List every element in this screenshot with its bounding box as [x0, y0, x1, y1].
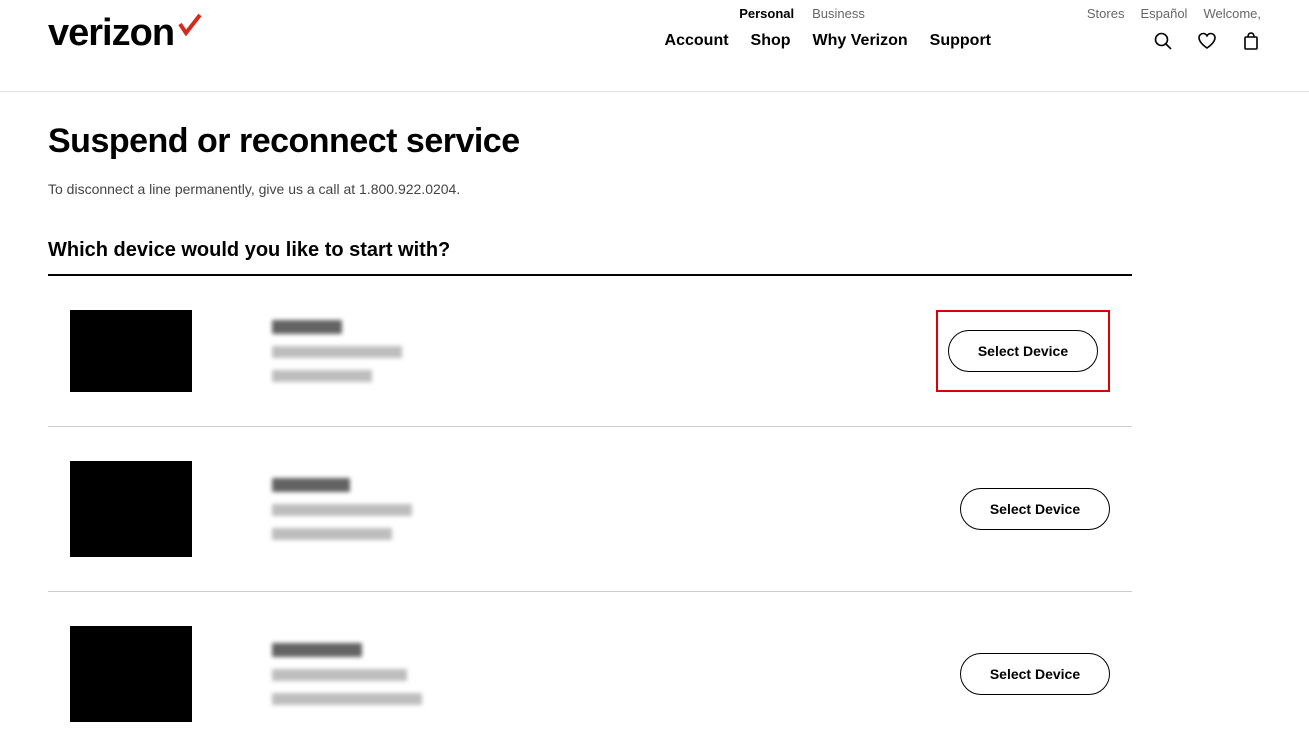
device-info: [272, 478, 960, 540]
device-info: [272, 320, 936, 382]
segment-switch: Personal Business: [739, 6, 865, 21]
device-detail-redacted: [272, 346, 402, 358]
nav-row: Account Shop Why Verizon Support: [665, 31, 1261, 51]
device-thumbnail: [70, 626, 192, 722]
segment-personal[interactable]: Personal: [739, 6, 794, 21]
device-name-redacted: [272, 320, 342, 334]
section-title: Which device would you like to start wit…: [48, 239, 1132, 262]
header-icons: [1153, 31, 1261, 51]
select-device-button[interactable]: Select Device: [960, 488, 1110, 530]
device-detail-redacted: [272, 528, 392, 540]
header-right: Personal Business Stores Español Welcome…: [665, 4, 1261, 51]
link-stores[interactable]: Stores: [1087, 6, 1125, 21]
nav-account[interactable]: Account: [665, 32, 729, 50]
primary-nav: Account Shop Why Verizon Support: [665, 32, 991, 50]
welcome-text[interactable]: Welcome,: [1203, 6, 1261, 21]
page-title: Suspend or reconnect service: [48, 122, 1132, 161]
highlight-box: Select Device: [936, 310, 1110, 392]
select-device-button[interactable]: Select Device: [948, 330, 1098, 372]
search-icon[interactable]: [1153, 31, 1173, 51]
device-row: Select Device: [48, 592, 1132, 756]
main-content: Suspend or reconnect service To disconne…: [0, 92, 1180, 756]
segment-business[interactable]: Business: [812, 6, 865, 21]
nav-support[interactable]: Support: [930, 32, 991, 50]
device-detail-redacted: [272, 370, 372, 382]
top-links: Personal Business Stores Español Welcome…: [739, 4, 1261, 21]
device-detail-redacted: [272, 669, 407, 681]
device-thumbnail: [70, 461, 192, 557]
select-device-button[interactable]: Select Device: [960, 653, 1110, 695]
nav-shop[interactable]: Shop: [751, 32, 791, 50]
page-subtitle: To disconnect a line permanently, give u…: [48, 181, 1132, 197]
bag-icon[interactable]: [1241, 31, 1261, 51]
link-espanol[interactable]: Español: [1140, 6, 1187, 21]
device-name-redacted: [272, 478, 350, 492]
device-row: Select Device: [48, 427, 1132, 592]
verizon-logo[interactable]: verizon: [48, 12, 202, 55]
heart-icon[interactable]: [1197, 31, 1217, 51]
check-icon: [176, 13, 202, 39]
site-header: verizon Personal Business Stores Español…: [0, 0, 1309, 92]
nav-why-verizon[interactable]: Why Verizon: [813, 32, 908, 50]
device-info: [272, 643, 960, 705]
util-links: Stores Español Welcome,: [1087, 6, 1261, 21]
device-thumbnail: [70, 310, 192, 392]
logo-text: verizon: [48, 12, 174, 55]
device-name-redacted: [272, 643, 362, 657]
device-detail-redacted: [272, 504, 412, 516]
device-row: Select Device: [48, 276, 1132, 427]
